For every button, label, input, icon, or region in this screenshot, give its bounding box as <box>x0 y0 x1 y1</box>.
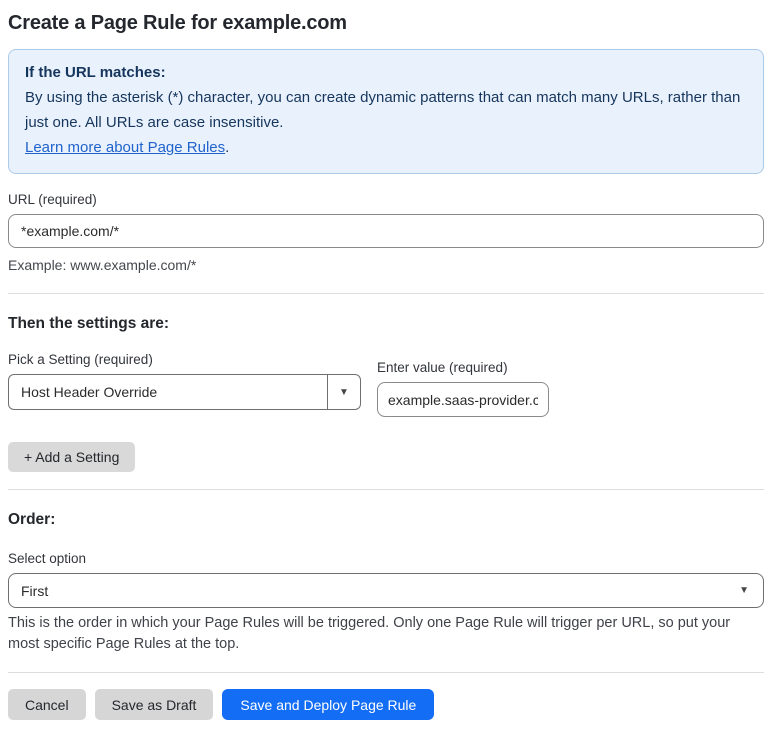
order-heading: Order: <box>8 511 56 528</box>
order-select-label: Select option <box>8 551 87 566</box>
chevron-down-icon: ▼ <box>327 375 360 409</box>
pick-setting-label: Pick a Setting (required) <box>8 352 153 367</box>
order-select[interactable]: First ▼ <box>8 573 764 608</box>
save-as-draft-button[interactable]: Save as Draft <box>94 689 214 720</box>
info-box-body: By using the asterisk (*) character, you… <box>25 89 741 131</box>
chevron-down-icon: ▼ <box>739 585 749 596</box>
pick-setting-group: Pick a Setting (required) Host Header Ov… <box>8 352 361 410</box>
divider <box>8 293 764 294</box>
info-box-heading: If the URL matches: <box>25 64 166 81</box>
create-page-rule-panel: Create a Page Rule for example.com If th… <box>0 0 772 732</box>
footer-actions: Cancel Save as Draft Save and Deploy Pag… <box>8 689 764 720</box>
link-period: . <box>225 139 230 156</box>
learn-more-link[interactable]: Learn more about Page Rules <box>25 139 225 156</box>
setting-select[interactable]: Host Header Override ▼ <box>8 374 361 410</box>
setting-value-input[interactable] <box>377 382 549 417</box>
enter-value-group: Enter value (required) <box>377 360 549 417</box>
url-section: URL (required) Example: www.example.com/… <box>8 192 764 276</box>
setting-select-value: Host Header Override <box>21 384 158 400</box>
settings-row: Pick a Setting (required) Host Header Ov… <box>8 352 764 417</box>
url-helper-text: Example: www.example.com/* <box>8 257 197 273</box>
url-match-info-box: If the URL matches: By using the asteris… <box>8 49 764 174</box>
url-input[interactable] <box>8 214 764 248</box>
save-and-deploy-button[interactable]: Save and Deploy Page Rule <box>222 689 435 720</box>
enter-value-label: Enter value (required) <box>377 360 508 375</box>
cancel-button[interactable]: Cancel <box>8 689 86 720</box>
order-helper-text: This is the order in which your Page Rul… <box>8 615 731 652</box>
order-section: Order: Select option First ▼ This is the… <box>8 511 764 655</box>
divider <box>8 489 764 490</box>
info-box-link-line: Learn more about Page Rules. <box>25 135 747 160</box>
settings-section: Then the settings are: Pick a Setting (r… <box>8 315 764 472</box>
divider <box>8 672 764 673</box>
settings-heading: Then the settings are: <box>8 315 170 332</box>
add-setting-button[interactable]: + Add a Setting <box>8 442 136 472</box>
url-label: URL (required) <box>8 192 97 207</box>
order-select-value: First <box>21 582 49 599</box>
page-title: Create a Page Rule for example.com <box>8 12 347 34</box>
